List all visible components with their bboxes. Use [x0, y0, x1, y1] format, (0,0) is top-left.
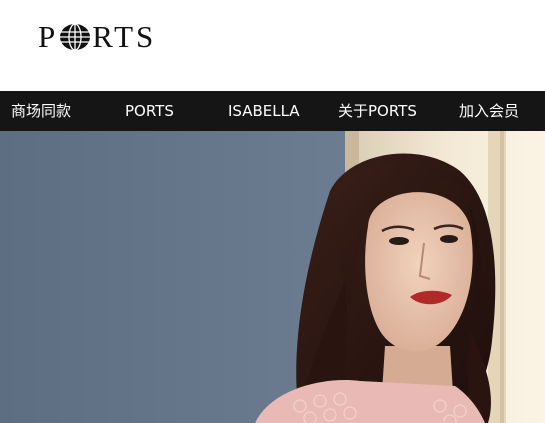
nav-item-mall-same-style[interactable]: 商场同款	[11, 91, 71, 131]
site-header: P RTS	[0, 0, 545, 91]
main-nav: 商场同款 PORTS ISABELLA 关于PORTS 加入会员	[0, 91, 545, 131]
nav-item-ports[interactable]: PORTS	[125, 91, 174, 131]
nav-item-join-member[interactable]: 加入会员	[459, 91, 519, 131]
hero-banner[interactable]	[0, 131, 545, 423]
logo-letter-p: P	[38, 19, 59, 54]
brand-logo[interactable]: P RTS	[38, 19, 157, 54]
globe-icon	[60, 23, 91, 51]
hero-image	[0, 131, 545, 423]
logo-letters-rts: RTS	[92, 19, 157, 54]
nav-item-about-ports[interactable]: 关于PORTS	[338, 91, 417, 131]
nav-item-isabella[interactable]: ISABELLA	[228, 91, 300, 131]
